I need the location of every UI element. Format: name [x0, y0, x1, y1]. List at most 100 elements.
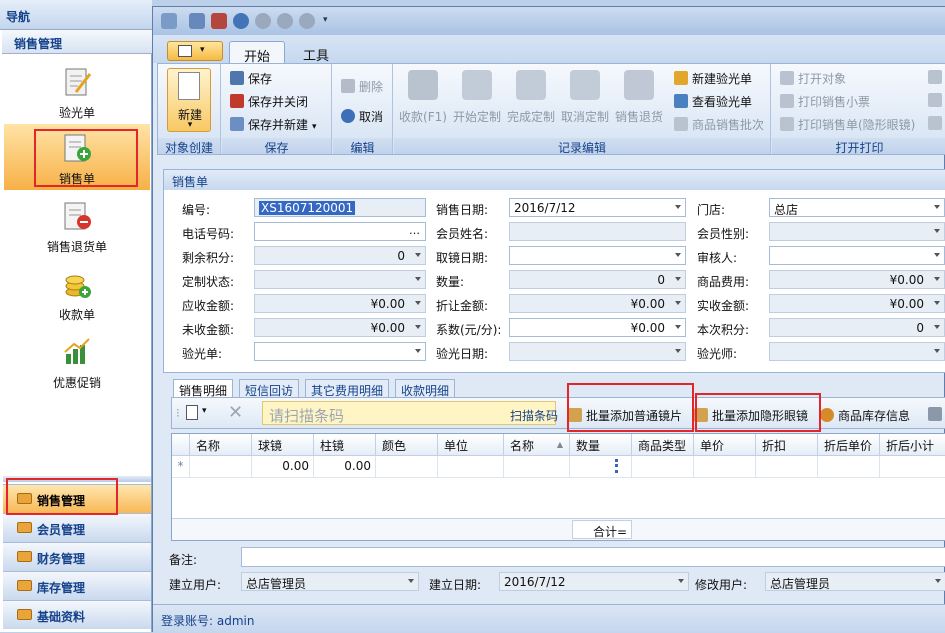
column-header[interactable]: 折后小计 [880, 434, 945, 456]
table-cell[interactable] [438, 456, 504, 478]
previous-record-icon[interactable] [277, 13, 293, 29]
nav-group-member[interactable]: 会员管理 [3, 513, 151, 542]
store-field[interactable]: 总店 [769, 198, 945, 217]
new-row-icon[interactable] [186, 405, 198, 420]
tab-tools[interactable]: 工具 [289, 41, 343, 64]
stock-info-button[interactable]: 商品库存信息 [820, 407, 910, 424]
column-header[interactable]: 折扣 [756, 434, 818, 456]
nav-group-finance[interactable]: 财务管理 [3, 542, 151, 571]
reviewer-field[interactable] [769, 246, 945, 265]
coefficient-field[interactable]: ¥0.00 [509, 318, 686, 337]
column-header[interactable]: 颜色 [376, 434, 438, 456]
nav-item-prescription[interactable]: 验光单 [4, 58, 150, 124]
printer-icon[interactable] [928, 70, 942, 84]
table-cell[interactable] [818, 456, 880, 478]
view-prescription-button[interactable]: 查看验光单 [674, 93, 752, 110]
note-field[interactable] [241, 547, 945, 567]
column-header[interactable]: 单价 [694, 434, 756, 456]
custom-status-field[interactable] [254, 270, 426, 289]
discount-amount-field[interactable]: ¥0.00 [509, 294, 686, 313]
column-header[interactable]: 数量 [570, 434, 632, 456]
points-left-field[interactable]: 0 [254, 246, 426, 265]
received-field[interactable]: ¥0.00 [769, 294, 945, 313]
sales-return-button[interactable]: 销售退货 [612, 68, 666, 128]
nav-group-inventory[interactable]: 库存管理 [3, 571, 151, 600]
open-object-button[interactable]: 打开对象 [780, 70, 846, 87]
undo-icon[interactable] [233, 13, 249, 29]
column-header[interactable]: 单位 [438, 434, 504, 456]
save-new-button[interactable]: 保存并新建 ▾ [230, 116, 317, 133]
column-header[interactable]: 名称 [190, 434, 252, 456]
optometrist-field[interactable] [769, 342, 945, 361]
redo-icon[interactable] [255, 13, 271, 29]
modifier-field[interactable]: 总店管理员 [765, 572, 945, 591]
sales-batch-button[interactable]: 商品销售批次 [674, 116, 764, 133]
tab-sms-followup[interactable]: 短信回访 [239, 379, 300, 398]
column-header[interactable]: 球镜 [252, 434, 314, 456]
column-header[interactable]: 商品类型 [632, 434, 694, 456]
points-this-field[interactable]: 0 [769, 318, 945, 337]
print-receipt-button[interactable]: 打印销售小票 [780, 93, 870, 110]
quick-access-dropdown-icon[interactable]: ▾ [323, 15, 333, 31]
prescription-date-field[interactable] [509, 342, 686, 361]
quantity-field[interactable]: 0 [509, 270, 686, 289]
table-cell[interactable]: 0.00 [314, 456, 376, 478]
application-menu-button[interactable]: ▾ [167, 41, 223, 61]
delete-x-icon[interactable]: ✕ [228, 402, 243, 423]
nav-item-promotion[interactable]: 优惠促销 [4, 328, 150, 394]
table-cell[interactable] [880, 456, 945, 478]
pickup-date-field[interactable] [509, 246, 686, 265]
table-cell[interactable] [376, 456, 438, 478]
tab-payment-detail[interactable]: 收款明细 [395, 379, 456, 398]
save-close-button[interactable]: 保存并关闭 [230, 93, 308, 110]
new-button[interactable]: 新建 ▾ [167, 68, 211, 132]
finish-custom-button[interactable]: 完成定制 [504, 68, 558, 128]
ellipsis-icon[interactable]: … [409, 224, 420, 237]
number-field[interactable]: XS1607120001 [254, 198, 426, 217]
phone-field[interactable]: … [254, 222, 426, 241]
return-document-icon [624, 70, 654, 100]
tab-home[interactable]: 开始 [229, 41, 286, 65]
goods-fee-field[interactable]: ¥0.00 [769, 270, 945, 289]
chevron-down-icon[interactable]: ▾ [202, 406, 207, 416]
table-cell[interactable] [756, 456, 818, 478]
more-options-icon[interactable] [928, 407, 942, 421]
column-header[interactable]: 折后单价 [818, 434, 880, 456]
nav-item-sales-return[interactable]: 销售退货单 [4, 192, 150, 258]
print-contact-lens-button[interactable]: 打印销售单(隐形眼镜) [780, 116, 915, 133]
member-gender-field[interactable] [769, 222, 945, 241]
save-icon[interactable] [189, 13, 205, 29]
tab-other-fees[interactable]: 其它费用明细 [305, 379, 390, 398]
unreceived-field[interactable]: ¥0.00 [254, 318, 426, 337]
table-cell[interactable] [632, 456, 694, 478]
prescription-field[interactable] [254, 342, 426, 361]
next-record-icon[interactable] [299, 13, 315, 29]
chevron-down-icon [675, 253, 681, 257]
nav-item-receipt[interactable]: 收款单 [4, 260, 150, 326]
sale-date-field[interactable]: 2016/7/12 [509, 198, 686, 217]
save-button[interactable]: 保存 [230, 70, 272, 87]
new-prescription-button[interactable]: 新建验光单 [674, 70, 752, 87]
table-cell[interactable] [694, 456, 756, 478]
quantity-list-icon[interactable] [615, 459, 627, 473]
creator-field[interactable]: 总店管理员 [241, 572, 419, 591]
save-close-icon[interactable] [211, 13, 227, 29]
table-cell[interactable] [570, 456, 632, 478]
column-header[interactable]: 柱镜 [314, 434, 376, 456]
delete-button[interactable]: 删除 [341, 78, 383, 95]
table-cell[interactable] [504, 456, 570, 478]
receivable-field[interactable]: ¥0.00 [254, 294, 426, 313]
printer-icon[interactable] [928, 116, 942, 130]
tab-sales-detail[interactable]: 销售明细 [173, 379, 234, 398]
receive-payment-button[interactable]: 收款(F1) [396, 68, 450, 128]
member-name-field[interactable] [509, 222, 686, 241]
created-date-field[interactable]: 2016/7/12 [499, 572, 689, 591]
cancel-custom-button[interactable]: 取消定制 [558, 68, 612, 128]
table-cell[interactable] [190, 456, 252, 478]
printer-icon[interactable] [928, 93, 942, 107]
column-header[interactable]: 名称 ▲ [504, 434, 570, 456]
start-custom-button[interactable]: 开始定制 [450, 68, 504, 128]
nav-group-basic-data[interactable]: 基础资料 [3, 600, 151, 629]
cancel-button[interactable]: 取消 [341, 108, 383, 125]
table-cell[interactable]: 0.00 [252, 456, 314, 478]
